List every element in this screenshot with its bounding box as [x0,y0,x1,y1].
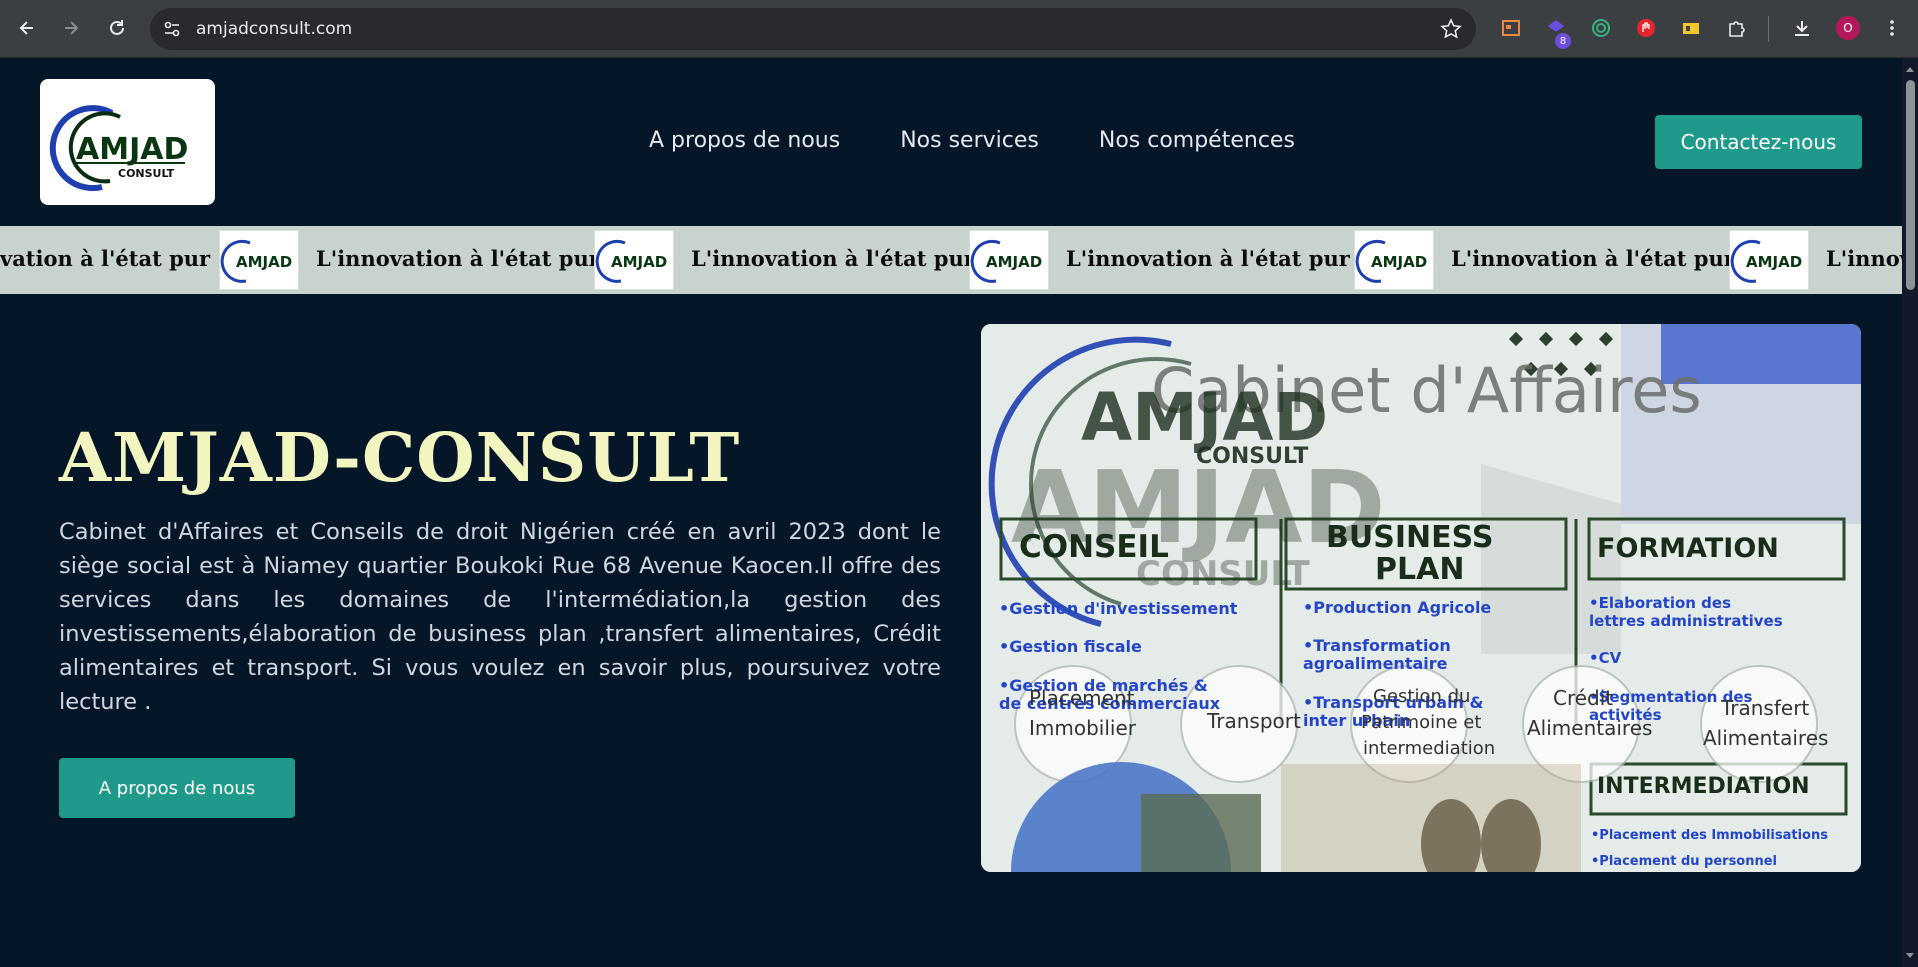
nav-link-services[interactable]: Nos services [900,128,1039,153]
marquee-text: L'innovation à l'état pur [1066,246,1350,271]
svg-text:AMJAD: AMJAD [611,253,667,271]
marquee-logo: AMJAD [219,230,299,290]
reload-icon [110,20,124,35]
marquee-band: vation à l'état pur AMJAD L'innovation à… [0,226,1902,294]
scrollbar-thumb[interactable] [1906,80,1915,290]
main-nav: A propos de nous Nos services Nos compét… [649,128,1295,153]
banner-item: •Placement du personnel [1591,854,1778,869]
banner-item: lettres administratives [1589,612,1783,630]
svg-text:AMJAD: AMJAD [1371,253,1427,271]
marquee-logo: AMJAD [594,230,674,290]
marquee-text: L'innovation à l'état pur [691,246,975,271]
hero-banner-image: Cabinet d'Affaires AMJAD CONSULT AMJAD C… [981,324,1861,872]
scroll-up-icon[interactable] [1905,64,1915,74]
banner-col-business-title: BUSINESS [1326,520,1494,555]
forward-button[interactable] [56,13,86,43]
marquee-text: L'innov [1826,246,1902,271]
extension-1-icon[interactable] [1499,16,1523,40]
banner-circle-label: Gestion du [1373,686,1471,707]
banner-circle-label: Alimentaires [1527,716,1653,740]
url-text[interactable]: amjadconsult.com [196,19,352,39]
banner-col-formation-title: FORMATION [1597,533,1779,564]
site-logo[interactable]: AMJAD CONSULT [40,79,215,205]
hero-description: Cabinet d'Affaires et Conseils de droit … [59,519,941,715]
extensions-puzzle-icon[interactable] [1724,16,1748,40]
banner-item: •Gestion fiscale [999,637,1142,656]
forward-icon [65,21,79,35]
banner-item: agroalimentaire [1303,654,1448,673]
marquee-logo: AMJAD [1729,230,1809,290]
svg-text:AMJAD: AMJAD [1746,253,1802,271]
svg-text:AMJAD: AMJAD [236,253,292,271]
marquee-text: L'innovation à l'état pur [316,246,600,271]
hero-about-button[interactable]: A propos de nous [59,758,295,818]
extension-5-icon[interactable] [1679,16,1703,40]
banner-circle-label: Placement [1029,686,1135,710]
banner-item: •Production Agricole [1303,598,1492,617]
marquee-text: L'innovation à l'état pur [1451,246,1735,271]
site-settings-icon[interactable] [162,19,182,39]
nav-link-about[interactable]: A propos de nous [649,128,840,153]
downloads-icon[interactable] [1790,16,1814,40]
bookmark-star-icon[interactable] [1440,18,1462,40]
banner-item: •Transformation [1303,636,1451,655]
banner-circle-label: Transport [1207,709,1301,733]
menu-dots-icon[interactable] [1880,16,1904,40]
hero-title: AMJAD-CONSULT [59,418,741,497]
banner-circle-label: Transfert [1721,696,1810,720]
marquee-text: vation à l'état pur [0,246,211,271]
reload-button[interactable] [102,13,132,43]
banner-col-business-title-2: PLAN [1375,552,1465,587]
banner-circle-label: Patrimoine et [1361,712,1482,733]
banner-item: •Elaboration des [1589,594,1732,612]
svg-text:AMJAD: AMJAD [76,132,188,167]
banner-item: •Gestion d'investissement [999,599,1238,618]
banner-item: •Placement des Immobilisations [1591,828,1828,843]
banner-circle-label: intermediation [1363,738,1496,759]
marquee-logo: AMJAD [969,230,1049,290]
contact-button[interactable]: Contactez-nous [1655,115,1862,169]
extension-3-icon[interactable] [1589,16,1613,40]
svg-text:AMJAD: AMJAD [986,253,1042,271]
address-bar[interactable]: amjadconsult.com [150,8,1476,50]
marquee-logo: AMJAD [1354,230,1434,290]
amjad-logo-icon: AMJAD CONSULT [49,105,188,192]
banner-intermediation-title: INTERMEDIATION [1597,774,1810,799]
svg-text:CONSULT: CONSULT [118,167,175,180]
browser-toolbar: amjadconsult.com 8 O [0,0,1918,58]
back-icon [19,21,33,35]
extension-badge: 8 [1555,33,1571,49]
extension-4-icon[interactable] [1634,16,1658,40]
marquee-track: vation à l'état pur AMJAD L'innovation à… [0,226,1902,294]
page-scrollbar[interactable] [1902,58,1918,967]
scroll-down-icon[interactable] [1905,951,1915,961]
banner-col-conseil-title: CONSEIL [1019,529,1169,565]
toolbar-separator [1768,16,1769,42]
banner-circle-label: Alimentaires [1703,726,1829,750]
back-button[interactable] [12,13,42,43]
banner-circle-label: Crédit [1553,686,1614,710]
banner-item: •CV [1589,649,1622,667]
nav-link-skills[interactable]: Nos compétences [1099,128,1295,153]
banner-circle-label: Immobilier [1029,716,1136,740]
profile-avatar[interactable]: O [1836,16,1860,40]
